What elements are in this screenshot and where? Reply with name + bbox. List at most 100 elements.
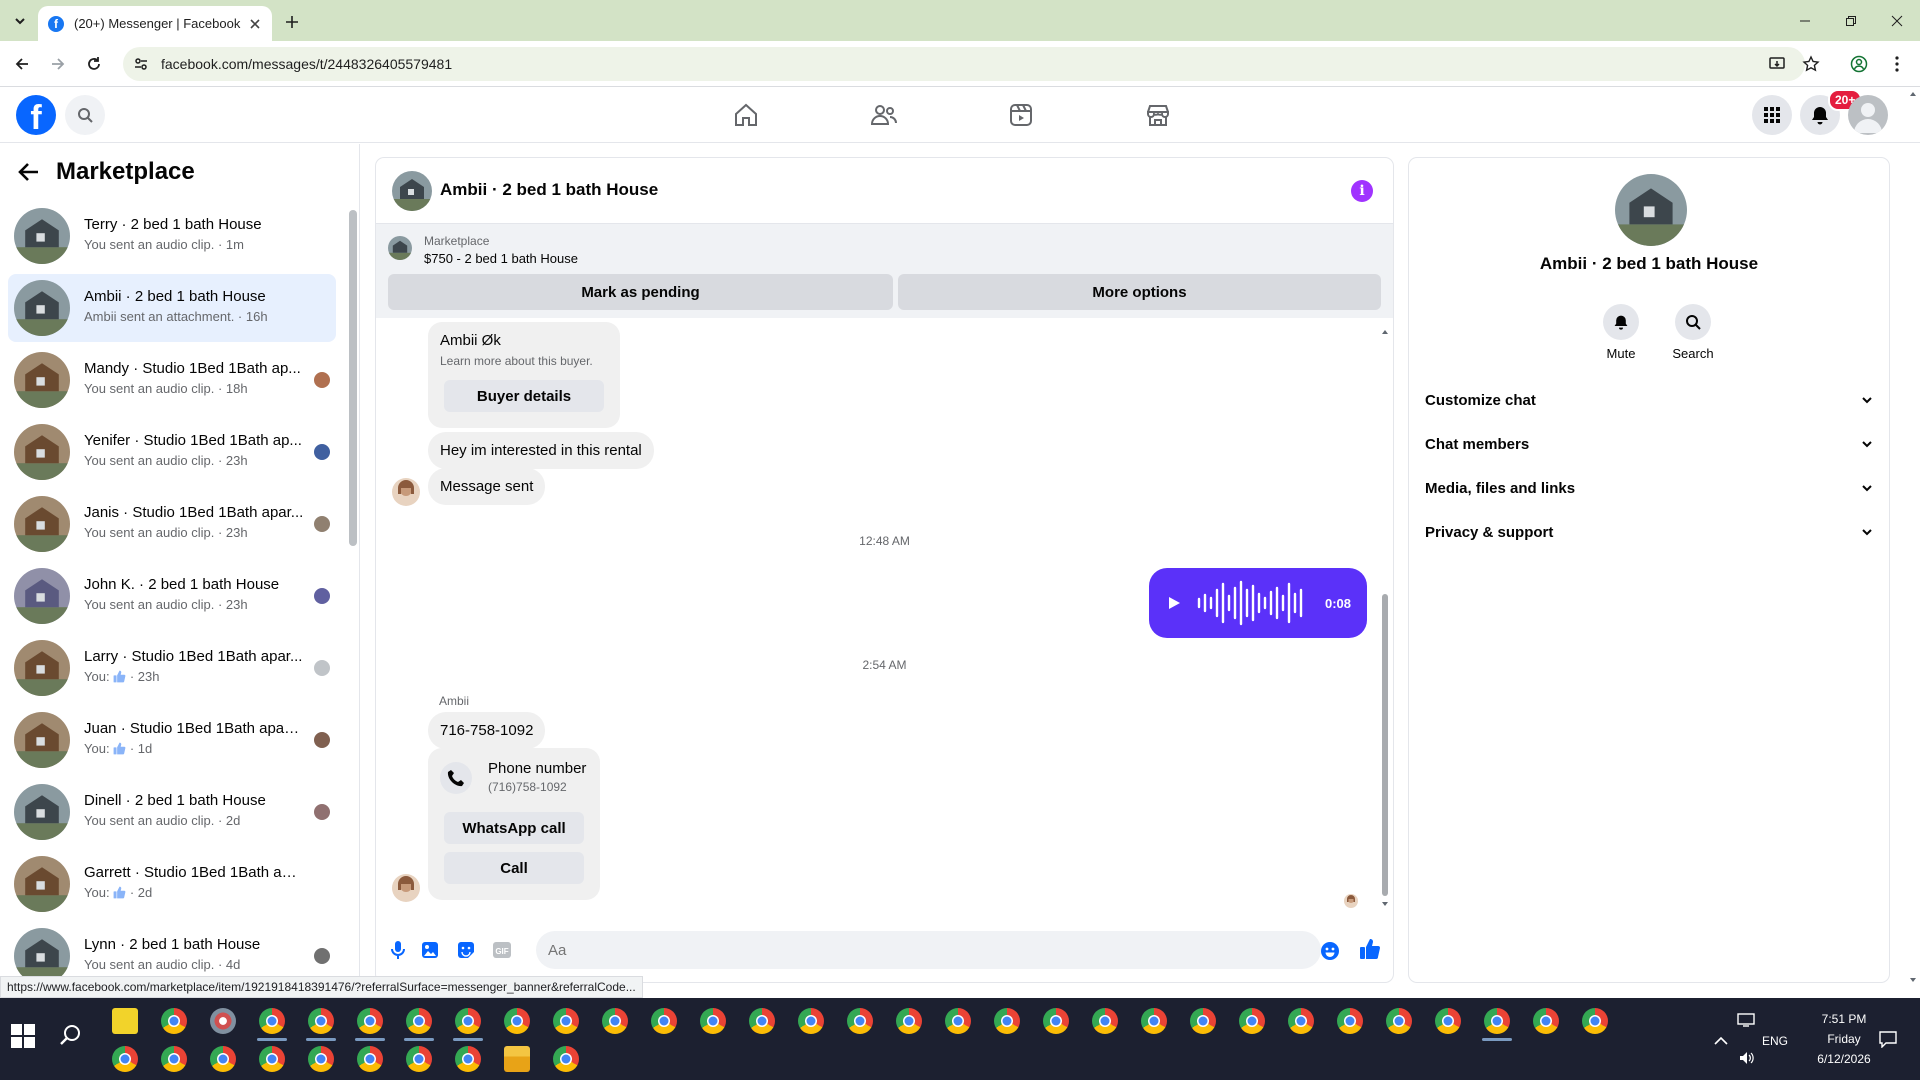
new-tab-button[interactable] [280, 10, 304, 34]
tab-search-button[interactable] [8, 9, 32, 33]
window-scrollbar[interactable] [1906, 88, 1920, 988]
sender-avatar[interactable] [392, 874, 420, 902]
chrome-app-icon[interactable] [504, 1008, 530, 1034]
audio-message[interactable]: 0:08 [1149, 568, 1367, 638]
listing-price[interactable]: $750 - 2 bed 1 bath House [424, 251, 578, 266]
app-icon[interactable] [210, 1008, 236, 1034]
profile-button[interactable] [1848, 53, 1870, 75]
sticky-notes-app-icon[interactable] [112, 1008, 138, 1034]
chrome-app-icon[interactable] [357, 1008, 383, 1034]
chrome-app-icon[interactable] [1092, 1008, 1118, 1034]
facebook-search-button[interactable] [65, 95, 105, 135]
chat-scrollbar[interactable] [1381, 328, 1389, 908]
chrome-app-icon[interactable] [455, 1046, 481, 1072]
details-section-row[interactable]: Customize chat [1425, 378, 1873, 422]
chrome-app-icon[interactable] [1239, 1008, 1265, 1034]
chrome-app-icon[interactable] [259, 1046, 285, 1072]
chrome-app-icon[interactable] [700, 1008, 726, 1034]
details-section-row[interactable]: Chat members [1425, 422, 1873, 466]
chrome-app-icon[interactable] [1484, 1008, 1510, 1034]
install-app-button[interactable] [1766, 53, 1788, 75]
reload-button[interactable] [82, 52, 106, 76]
nav-home-tab[interactable] [724, 93, 768, 137]
start-button[interactable] [10, 1023, 36, 1049]
site-info-icon[interactable] [133, 56, 149, 72]
chat-info-button[interactable]: i [1351, 180, 1373, 202]
conversation-item[interactable]: Juan · Studio 1Bed 1Bath apart... You: · … [8, 706, 336, 774]
conversation-item[interactable]: Mandy · Studio 1Bed 1Bath ap... You sent … [8, 346, 336, 414]
whatsapp-call-button[interactable]: WhatsApp call [444, 812, 584, 844]
address-bar[interactable]: facebook.com/messages/t/2448326405579481 [123, 47, 1805, 81]
chrome-app-icon[interactable] [1141, 1008, 1167, 1034]
chrome-app-icon[interactable] [259, 1008, 285, 1034]
conversation-list-scrollbar[interactable] [349, 210, 357, 546]
sender-avatar[interactable] [392, 478, 420, 506]
close-window-button[interactable] [1874, 0, 1920, 41]
chrome-app-icon[interactable] [1435, 1008, 1461, 1034]
chrome-app-icon[interactable] [553, 1046, 579, 1072]
network-icon[interactable] [1736, 1012, 1756, 1028]
conversation-item[interactable]: Ambii · 2 bed 1 bath House Ambii sent an … [8, 274, 336, 342]
forward-button[interactable] [46, 52, 70, 76]
back-button[interactable] [10, 52, 34, 76]
chrome-app-icon[interactable] [308, 1046, 334, 1072]
chrome-app-icon[interactable] [798, 1008, 824, 1034]
like-button[interactable] [1358, 937, 1382, 961]
search-in-chat-button[interactable] [1675, 304, 1711, 340]
chrome-app-icon[interactable] [602, 1008, 628, 1034]
gif-button[interactable]: GIF [490, 938, 514, 962]
chat-title[interactable]: Ambii · 2 bed 1 bath House [440, 180, 658, 200]
browser-menu-button[interactable] [1886, 53, 1908, 75]
details-avatar[interactable] [1615, 174, 1687, 246]
more-options-button[interactable]: More options [898, 274, 1381, 310]
chrome-app-icon[interactable] [112, 1046, 138, 1072]
chrome-app-icon[interactable] [1043, 1008, 1069, 1034]
conversation-item[interactable]: Yenifer · Studio 1Bed 1Bath ap... You sen… [8, 418, 336, 486]
conversation-item[interactable]: Terry · 2 bed 1 bath House You sent an au… [8, 202, 336, 270]
conversation-item[interactable]: Larry · Studio 1Bed 1Bath apar... You: · … [8, 634, 336, 702]
chrome-app-icon[interactable] [1582, 1008, 1608, 1034]
conversation-item[interactable]: John K. · 2 bed 1 bath House You sent an … [8, 562, 336, 630]
chrome-app-icon[interactable] [651, 1008, 677, 1034]
nav-video-tab[interactable] [999, 93, 1043, 137]
nav-marketplace-tab[interactable] [1136, 93, 1180, 137]
chrome-app-icon[interactable] [847, 1008, 873, 1034]
chevron-up-icon[interactable] [1714, 1036, 1728, 1046]
attach-photo-button[interactable] [418, 938, 442, 962]
language-indicator[interactable]: ENG [1762, 1034, 1788, 1048]
call-button[interactable]: Call [444, 852, 584, 884]
emoji-button[interactable] [1318, 939, 1342, 963]
listing-thumbnail[interactable] [388, 236, 412, 260]
play-icon[interactable] [1167, 596, 1181, 610]
conversation-item[interactable]: Lynn · 2 bed 1 bath House You sent an aud… [8, 922, 336, 984]
details-section-row[interactable]: Privacy & support [1425, 510, 1873, 554]
file-explorer-app-icon[interactable] [504, 1046, 530, 1072]
chrome-app-icon[interactable] [749, 1008, 775, 1034]
conversation-item[interactable]: Garrett · Studio 1Bed 1Bath apar... You: … [8, 850, 336, 918]
message-input[interactable] [536, 931, 1321, 969]
chrome-app-icon[interactable] [357, 1046, 383, 1072]
search-action[interactable]: Search [1663, 304, 1723, 361]
chrome-app-icon[interactable] [553, 1008, 579, 1034]
nav-friends-tab[interactable] [862, 93, 906, 137]
chrome-app-icon[interactable] [455, 1008, 481, 1034]
voice-clip-button[interactable] [386, 938, 410, 962]
chat-avatar[interactable] [392, 171, 432, 211]
chrome-app-icon[interactable] [308, 1008, 334, 1034]
close-tab-button[interactable] [246, 15, 264, 33]
volume-icon[interactable] [1738, 1050, 1756, 1066]
chrome-app-icon[interactable] [406, 1046, 432, 1072]
chrome-app-icon[interactable] [1288, 1008, 1314, 1034]
browser-tab[interactable]: f (20+) Messenger | Facebook [38, 6, 272, 41]
details-section-row[interactable]: Media, files and links [1425, 466, 1873, 510]
bookmark-button[interactable] [1800, 53, 1822, 75]
minimize-button[interactable] [1782, 0, 1828, 41]
chrome-app-icon[interactable] [896, 1008, 922, 1034]
taskbar-search-button[interactable] [58, 1023, 86, 1051]
chrome-app-icon[interactable] [210, 1046, 236, 1072]
restore-button[interactable] [1828, 0, 1874, 41]
conversation-item[interactable]: Dinell · 2 bed 1 bath House You sent an a… [8, 778, 336, 846]
clock-time[interactable]: 7:51 PM [1808, 1012, 1880, 1026]
facebook-logo-icon[interactable]: f [16, 95, 56, 135]
chrome-app-icon[interactable] [1337, 1008, 1363, 1034]
